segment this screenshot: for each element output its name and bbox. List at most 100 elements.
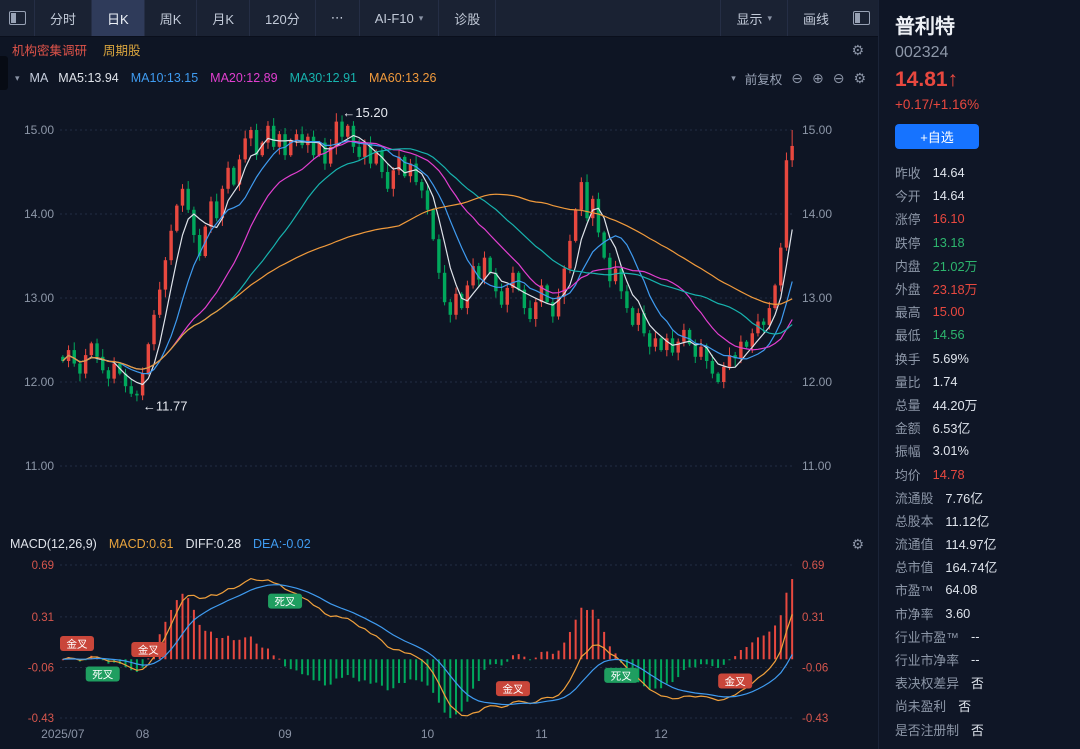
toolbar-button-label: ⋯ <box>331 10 344 26</box>
info-label: 金额 <box>895 418 921 437</box>
info-row: 内盘21.02万 <box>895 254 1072 277</box>
toolbar-button-label: 诊股 <box>454 9 480 28</box>
info-value: 7.76亿 <box>945 488 983 507</box>
toolbar-button-diagnose[interactable]: 诊股 <box>439 0 496 36</box>
svg-text:0.31: 0.31 <box>802 612 824 624</box>
svg-text:金叉: 金叉 <box>138 644 159 657</box>
info-label: 换手 <box>895 349 921 368</box>
info-row: 量比1.74 <box>895 370 1072 393</box>
macd-cross-badges: 金叉死叉金叉死叉金叉死叉金叉 <box>60 594 752 697</box>
add-watchlist-button[interactable]: +自选 <box>895 124 979 149</box>
stock-change: +0.17/+1.16% <box>895 97 1072 112</box>
info-label: 市盈™ <box>895 580 933 599</box>
toolbar-button-weekly-k[interactable]: 周K <box>145 0 198 36</box>
toolbar-button-label: 月K <box>212 9 234 28</box>
svg-text:14.00: 14.00 <box>802 207 832 221</box>
zoom-out-icon[interactable]: ⊖ <box>833 71 845 85</box>
chevron-down-icon[interactable]: ▾ <box>731 73 736 84</box>
toolbar-button-daily-k[interactable]: 日K <box>92 0 145 36</box>
toolbar-button-draw-line[interactable]: 画线 <box>787 0 844 36</box>
toolbar-button-label: 120分 <box>265 9 300 28</box>
info-value: 3.60 <box>945 606 970 621</box>
info-row: 最高 15.00 <box>895 300 1072 323</box>
adjust-mode-selector[interactable]: 前复权 <box>745 69 783 88</box>
toolbar-left-group: 分时日K 周K 月K 120分 ⋯ AI-F10 ▾ 诊股 <box>34 0 496 36</box>
x-axis-month-label: 11 <box>535 727 547 741</box>
info-label: 总市值 <box>895 557 933 576</box>
svg-text:金叉: 金叉 <box>67 638 88 651</box>
svg-text:11.00: 11.00 <box>25 459 54 473</box>
info-value: 否 <box>971 673 984 692</box>
svg-text:11.00: 11.00 <box>802 459 831 473</box>
toolbar-button-display[interactable]: 显示▾ <box>720 0 787 36</box>
toolbar-button-ai-f10[interactable]: AI-F10 ▾ <box>360 0 440 36</box>
svg-text:-0.06: -0.06 <box>802 663 828 675</box>
info-value: 16.10 <box>933 211 965 226</box>
svg-text:←11.77: ←11.77 <box>143 398 188 413</box>
info-value: 5.69% <box>933 351 969 366</box>
macd-chart[interactable]: 0.690.690.310.31-0.06-0.06-0.43-0.43金叉死叉… <box>0 558 878 722</box>
info-row: 表决权差异否 <box>895 671 1072 694</box>
toolbar-right-group: 显示▾画线 <box>720 0 844 36</box>
ma-value-4: MA60:13.26 <box>369 71 436 85</box>
panel-toggle-right[interactable] <box>844 0 878 36</box>
collapse-circle-icon[interactable]: ⊖ <box>791 71 803 85</box>
info-label: 流通值 <box>895 534 933 553</box>
info-value: 15.00 <box>933 304 965 319</box>
info-row: 今开14.64 <box>895 184 1072 207</box>
toolbar-button-monthly-k[interactable]: 月K <box>197 0 250 36</box>
info-row: 换手 5.69% <box>895 347 1072 370</box>
info-value: 114.97亿 <box>945 534 996 553</box>
ma-value-3: MA30:12.91 <box>290 71 357 85</box>
panel-toggle-left[interactable] <box>0 0 34 36</box>
collapsed-sidebar-handle[interactable] <box>0 56 8 90</box>
info-label: 涨停 <box>895 209 921 228</box>
info-row: 跌停13.18 <box>895 231 1072 254</box>
info-value: 14.78 <box>933 467 965 482</box>
settings-icon[interactable]: ⚙ <box>851 43 864 57</box>
info-label: 均价 <box>895 465 921 484</box>
ma-indicator-header: ▾ MA MA5:13.94MA10:13.15MA20:12.89MA30:1… <box>0 62 878 94</box>
info-value: 11.12亿 <box>945 511 989 530</box>
info-row: 尚未盈利否 <box>895 694 1072 717</box>
settings-icon[interactable]: ⚙ <box>851 537 864 551</box>
macd-value-3: DEA:-0.02 <box>253 537 311 551</box>
info-label: 最高 <box>895 302 921 321</box>
info-value: 14.64 <box>933 165 965 180</box>
zoom-in-icon[interactable]: ⊕ <box>812 71 824 85</box>
info-label: 市净率 <box>895 604 933 623</box>
svg-text:0.69: 0.69 <box>32 560 54 572</box>
svg-text:15.00: 15.00 <box>24 123 54 137</box>
chevron-down-icon: ▾ <box>419 13 424 24</box>
main-candlestick-chart[interactable]: 15.0015.0014.0014.0013.0013.0012.0012.00… <box>0 94 878 530</box>
info-value: 23.18万 <box>933 279 978 298</box>
info-value: 1.74 <box>933 374 958 389</box>
toolbar-button-label: 日K <box>107 9 129 28</box>
tag-institution-research[interactable]: 机构密集调研 <box>12 40 87 59</box>
info-label: 总量 <box>895 395 921 414</box>
info-row: 市净率 3.60 <box>895 602 1072 625</box>
toolbar-button-120-min[interactable]: 120分 <box>250 0 316 36</box>
settings-icon[interactable]: ⚙ <box>853 71 866 85</box>
info-value: 否 <box>958 696 971 715</box>
x-axis-month-label: 09 <box>278 727 291 741</box>
info-label: 今开 <box>895 186 921 205</box>
stock-tags: 机构密集调研周期股 <box>12 40 141 59</box>
info-value: 否 <box>971 720 984 739</box>
svg-text:14.00: 14.00 <box>24 207 54 221</box>
toolbar-button-label: AI-F10 <box>375 11 414 26</box>
x-axis-month-label: 2025/07 <box>41 727 84 741</box>
stock-code: 002324 <box>895 44 1072 62</box>
toolbar-button-more[interactable]: ⋯ <box>316 0 360 36</box>
stock-app-window: 分时日K 周K 月K 120分 ⋯ AI-F10 ▾ 诊股 显示▾画线 机构密集调研周期股 ⚙… <box>0 0 1080 749</box>
toolbar: 分时日K 周K 月K 120分 ⋯ AI-F10 ▾ 诊股 显示▾画线 <box>0 0 878 37</box>
toolbar-button-minute[interactable]: 分时 <box>34 0 92 36</box>
tag-cyclical-stock[interactable]: 周期股 <box>103 40 141 59</box>
sidebar-toggle-icon <box>9 11 26 25</box>
chevron-down-icon[interactable]: ▾ <box>15 73 20 84</box>
info-label: 最低 <box>895 325 921 344</box>
info-rows: 昨收14.64今开14.64涨停16.10跌停13.18内盘21.02万外盘23… <box>895 161 1072 741</box>
info-value: -- <box>971 652 980 667</box>
info-row: 最低14.56 <box>895 323 1072 346</box>
svg-text:12.00: 12.00 <box>802 375 832 389</box>
